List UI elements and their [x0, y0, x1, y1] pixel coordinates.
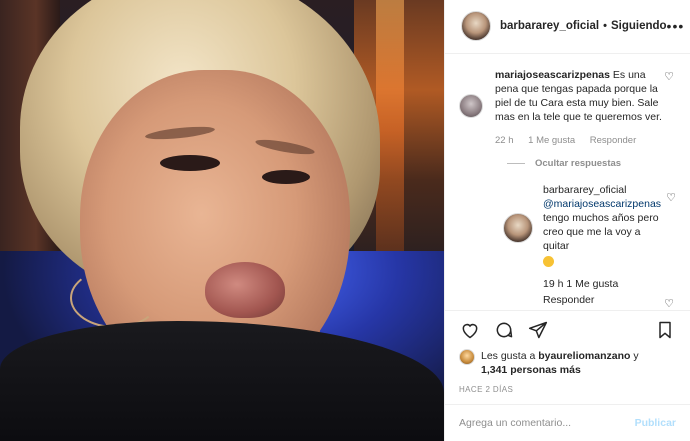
likes-text: Les gusta a byaureliomanzano y 1,341 per… [481, 349, 639, 377]
add-comment-input[interactable]: Agrega un comentario... [459, 417, 571, 429]
more-options-icon[interactable]: ••• [667, 18, 685, 34]
left-eye [160, 155, 220, 171]
hide-replies-label[interactable]: Ocultar respuestas [535, 158, 621, 169]
likes-connector: y [633, 350, 639, 363]
comment-reply-button[interactable]: Responder [590, 135, 636, 146]
likes-count[interactable]: 1,341 personas más [481, 364, 581, 376]
post-sidebar: barbararey_oficial • Siguiendo ••• maria… [444, 0, 690, 441]
next-comment-heart-icon[interactable]: ♡ [664, 297, 674, 310]
right-eye [262, 170, 310, 184]
reply-likes[interactable]: 1 Me gusta [566, 278, 618, 290]
reply-text: tengo muchos años pero creo que me la vo… [543, 211, 659, 252]
reply-comment: barbararey_oficial @mariajoseascarizpena… [503, 183, 676, 307]
comment-likes[interactable]: 1 Me gusta [528, 135, 575, 146]
smile-emoji-icon [543, 256, 554, 268]
author-username[interactable]: barbararey_oficial [500, 20, 599, 32]
comment-time[interactable]: 22 h [495, 135, 514, 146]
hide-replies[interactable]: Ocultar respuestas [507, 158, 674, 169]
comments-list[interactable]: mariajoseascarizpenas Es una pena que te… [445, 54, 690, 310]
header-separator: • [603, 20, 607, 33]
action-bar [445, 310, 690, 349]
studio-light-stripe [376, 0, 404, 260]
bookmark-icon[interactable] [654, 319, 676, 341]
post-header: barbararey_oficial • Siguiendo ••• [445, 0, 690, 54]
reply-body: barbararey_oficial @mariajoseascarizpena… [543, 183, 661, 307]
likes-summary: Les gusta a byaureliomanzano y 1,341 per… [445, 349, 690, 377]
reply-meta: 19 h 1 Me gusta Responder [543, 277, 659, 307]
liker-username[interactable]: byaureliomanzano [538, 350, 630, 362]
commenter-username[interactable]: mariajoseascarizpenas [495, 69, 610, 81]
comment: mariajoseascarizpenas Es una pena que te… [459, 68, 674, 148]
author-avatar[interactable] [461, 11, 491, 42]
reply-author-username[interactable]: barbararey_oficial [543, 183, 659, 197]
following-button[interactable]: Siguiendo [611, 20, 667, 32]
heart-icon[interactable] [459, 319, 481, 341]
post-photo[interactable] [0, 0, 444, 441]
reply-reply-button[interactable]: Responder [543, 294, 594, 306]
reply-mention-link[interactable]: @mariajoseascarizpenas [543, 197, 661, 211]
add-comment-bar: Agrega un comentario... Publicar [445, 404, 690, 441]
commenter-avatar[interactable] [459, 93, 483, 118]
reply-like-heart-icon[interactable]: ♡ [666, 191, 676, 204]
liker-avatar[interactable] [459, 349, 475, 366]
post-timestamp[interactable]: HACE 2 DÍAS [445, 377, 690, 394]
comment-meta: 22 h 1 Me gusta Responder [495, 134, 665, 148]
comment-icon[interactable] [493, 319, 515, 341]
comment-body: mariajoseascarizpenas Es una pena que te… [495, 68, 665, 148]
post-comment-button[interactable]: Publicar [635, 417, 676, 429]
instagram-post-view: barbararey_oficial • Siguiendo ••• maria… [0, 0, 690, 441]
reply-time[interactable]: 19 h [543, 278, 563, 290]
lips [205, 262, 285, 318]
comment-like-heart-icon[interactable]: ♡ [664, 70, 674, 83]
hide-replies-line [507, 162, 525, 164]
likes-prefix: Les gusta a [481, 350, 536, 363]
reply-author-avatar[interactable] [503, 212, 533, 243]
share-icon[interactable] [527, 319, 549, 341]
headset-microphone [70, 268, 160, 328]
